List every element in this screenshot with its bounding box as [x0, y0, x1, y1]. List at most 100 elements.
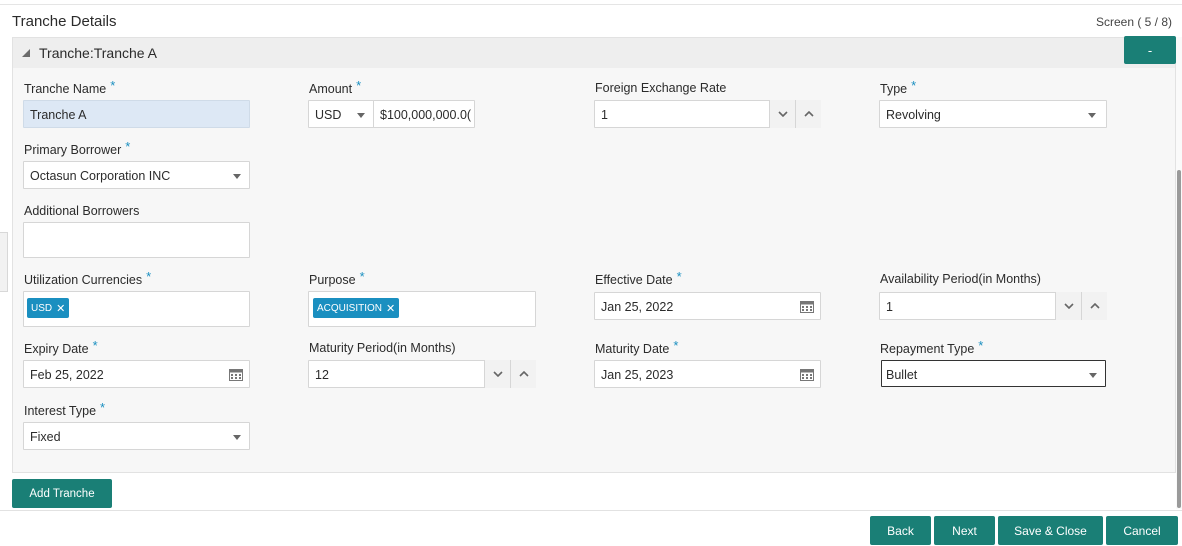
required-marker: * — [673, 338, 679, 353]
calendar-icon[interactable] — [800, 300, 814, 313]
chevron-down-icon — [233, 435, 241, 440]
chevron-up-icon — [803, 111, 814, 117]
required-marker: * — [359, 269, 365, 284]
scrollbar-thumb[interactable] — [1177, 170, 1181, 508]
required-marker: * — [110, 78, 116, 93]
amount-currency-value: USD — [315, 108, 342, 122]
maturity-date-value: Jan 25, 2023 — [601, 368, 674, 382]
add-tranche-button[interactable]: Add Tranche — [12, 479, 112, 508]
required-marker: * — [100, 400, 106, 415]
maturity-period-input[interactable]: 12 — [308, 360, 536, 388]
screen-indicator: Screen ( 5 / 8) — [1095, 15, 1172, 29]
repayment-type-value: Bullet — [886, 368, 918, 382]
calendar-icon[interactable] — [800, 368, 814, 381]
primary-borrower-label-text: Primary Borrower — [24, 143, 122, 157]
fx-rate-label: Foreign Exchange Rate — [595, 81, 727, 95]
required-marker: * — [978, 338, 984, 353]
chevron-down-icon — [492, 371, 503, 377]
required-marker: * — [92, 338, 98, 353]
side-panel-handle[interactable] — [0, 232, 8, 292]
interest-type-select[interactable]: Fixed — [23, 422, 250, 450]
maturity-date-label: Maturity Date * — [595, 338, 679, 356]
currency-chip[interactable]: USD ✕ — [27, 298, 70, 318]
primary-borrower-value: Octasun Corporation INC — [30, 169, 171, 183]
effective-date-value: Jan 25, 2022 — [601, 300, 674, 314]
additional-borrowers-label: Additional Borrowers — [24, 204, 140, 218]
decrement-button[interactable] — [769, 100, 795, 128]
additional-borrowers-input[interactable] — [23, 222, 250, 258]
required-marker: * — [676, 269, 682, 284]
chevron-down-icon — [233, 174, 241, 179]
availability-period-value: 1 — [886, 300, 893, 314]
tranche-panel-header[interactable]: Tranche:Tranche A - — [13, 36, 1176, 68]
chevron-down-icon — [1063, 303, 1074, 309]
amount-currency-select[interactable]: USD — [308, 100, 374, 128]
cancel-button[interactable]: Cancel — [1106, 516, 1178, 545]
tranche-panel-title: Tranche:Tranche A — [39, 45, 158, 61]
interest-type-label: Interest Type * — [24, 400, 106, 418]
chevron-down-icon — [1088, 113, 1096, 118]
decrement-button[interactable] — [1055, 292, 1081, 320]
maturity-period-value: 12 — [315, 368, 329, 382]
amount-value: $100,000,000.0( — [380, 108, 472, 122]
utilization-currencies-label-text: Utilization Currencies — [24, 273, 143, 287]
collapse-triangle-icon[interactable] — [22, 49, 30, 57]
required-marker: * — [125, 139, 131, 154]
tranche-name-label: Tranche Name * — [24, 78, 116, 96]
collapse-tranche-button[interactable]: - — [1124, 36, 1176, 64]
availability-period-input[interactable]: 1 — [879, 292, 1107, 320]
fx-rate-input[interactable]: 1 — [594, 100, 821, 128]
remove-chip-icon[interactable]: ✕ — [56, 302, 65, 315]
repayment-type-label-text: Repayment Type — [880, 342, 975, 356]
maturity-period-label: Maturity Period(in Months) — [309, 341, 456, 355]
required-marker: * — [146, 269, 152, 284]
chevron-down-icon — [357, 113, 365, 118]
amount-label: Amount * — [309, 78, 362, 96]
purpose-chip[interactable]: ACQUISITION ✕ — [313, 298, 400, 318]
purpose-label: Purpose * — [309, 269, 365, 287]
repayment-type-label: Repayment Type * — [880, 338, 984, 356]
chevron-up-icon — [518, 371, 529, 377]
expiry-date-value: Feb 25, 2022 — [30, 368, 104, 382]
repayment-type-select[interactable]: Bullet — [881, 360, 1106, 387]
chevron-down-icon — [777, 111, 788, 117]
increment-button[interactable] — [510, 360, 536, 388]
page-title: Tranche Details — [12, 13, 117, 30]
save-close-button[interactable]: Save & Close — [998, 516, 1103, 545]
type-select[interactable]: Revolving — [879, 100, 1107, 128]
increment-button[interactable] — [1081, 292, 1107, 320]
increment-button[interactable] — [795, 100, 821, 128]
required-marker: * — [356, 78, 362, 93]
effective-date-input[interactable]: Jan 25, 2022 — [594, 292, 821, 320]
primary-borrower-select[interactable]: Octasun Corporation INC — [23, 161, 250, 189]
decrement-button[interactable] — [484, 360, 510, 388]
purpose-label-text: Purpose — [309, 273, 356, 287]
amount-input[interactable]: $100,000,000.0( — [373, 100, 475, 128]
tranche-name-input[interactable]: Tranche A — [23, 100, 250, 128]
currency-chip-label: USD — [31, 302, 53, 314]
back-button[interactable]: Back — [870, 516, 931, 545]
maturity-date-label-text: Maturity Date — [595, 342, 670, 356]
chevron-up-icon — [1089, 303, 1100, 309]
expiry-date-input[interactable]: Feb 25, 2022 — [23, 360, 250, 388]
remove-chip-icon[interactable]: ✕ — [386, 302, 395, 315]
amount-label-text: Amount — [309, 82, 353, 96]
purpose-input[interactable]: ACQUISITION ✕ — [308, 291, 536, 327]
interest-type-label-text: Interest Type — [24, 404, 97, 418]
fx-rate-value: 1 — [601, 108, 608, 122]
tranche-name-label-text: Tranche Name — [24, 82, 107, 96]
primary-borrower-label: Primary Borrower * — [24, 139, 131, 157]
calendar-icon[interactable] — [229, 368, 243, 381]
utilization-currencies-input[interactable]: USD ✕ — [23, 291, 250, 327]
chevron-down-icon — [1089, 373, 1097, 378]
type-label-text: Type — [880, 82, 908, 96]
footer-divider — [0, 510, 1182, 511]
type-label: Type * — [880, 78, 917, 96]
purpose-chip-label: ACQUISITION — [317, 302, 383, 314]
top-divider — [0, 4, 1182, 5]
expiry-date-label-text: Expiry Date — [24, 342, 89, 356]
next-button[interactable]: Next — [934, 516, 995, 545]
maturity-date-input[interactable]: Jan 25, 2023 — [594, 360, 821, 388]
utilization-currencies-label: Utilization Currencies * — [24, 269, 152, 287]
required-marker: * — [911, 78, 917, 93]
